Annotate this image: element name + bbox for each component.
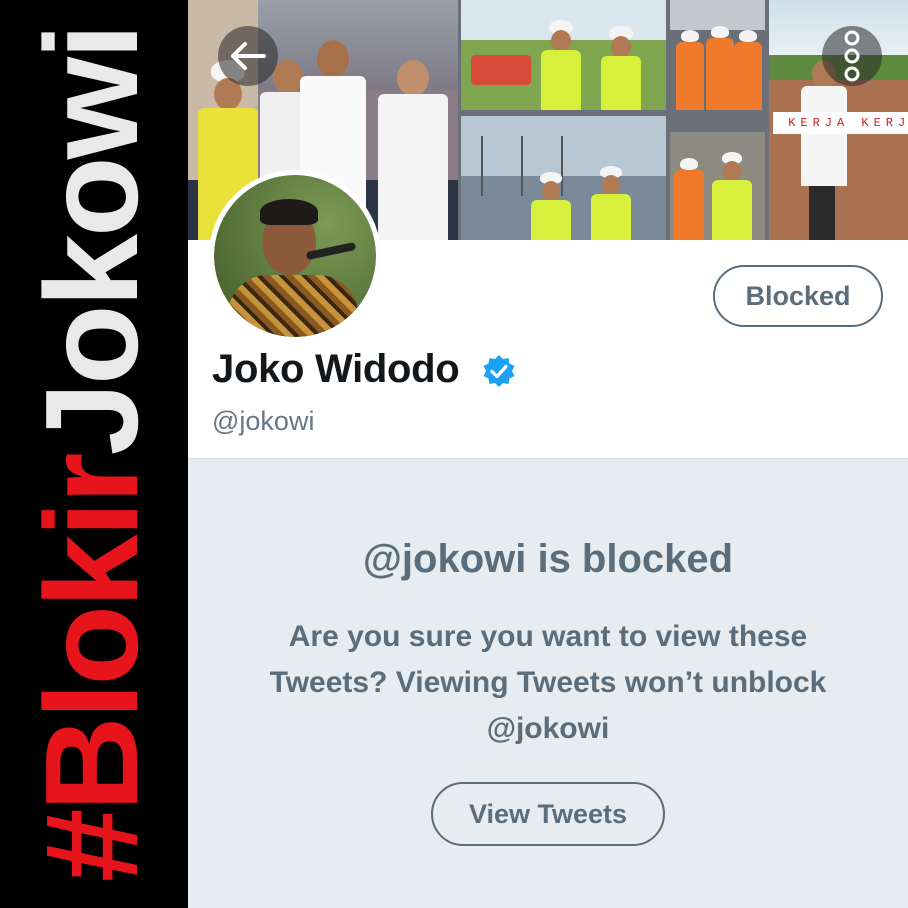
hashtag-word-blokir: Blokir: [18, 455, 165, 812]
hashtag-symbol: #: [18, 811, 165, 882]
blocked-notice: @jokowi is blocked Are you sure you want…: [188, 459, 908, 908]
blocked-notice-body: Are you sure you want to view these Twee…: [269, 620, 827, 745]
header-photo-workers: [670, 132, 765, 240]
header-photo-power-station: [461, 116, 666, 240]
arrow-left-icon: [231, 42, 266, 70]
hashtag-banner: #BlokirJokowi: [0, 0, 188, 908]
header-tagline: KERJA KERJA KERJA!: [773, 112, 908, 134]
avatar-photo: [214, 175, 376, 337]
display-name: Joko Widodo: [212, 347, 460, 391]
hashtag-word-jokowi: Jokowi: [18, 26, 165, 456]
header-photo-terminal: [670, 0, 765, 110]
more-vertical-icon: [844, 30, 860, 82]
verified-badge-icon: [483, 355, 515, 387]
user-handle: @jokowi: [212, 406, 315, 436]
header-photo-site: [461, 0, 666, 110]
more-options-button[interactable]: [822, 26, 882, 86]
blocked-button[interactable]: Blocked: [713, 265, 883, 327]
hashtag-text: #BlokirJokowi: [18, 26, 165, 882]
avatar[interactable]: [209, 170, 381, 342]
view-tweets-button[interactable]: View Tweets: [431, 782, 665, 846]
back-button[interactable]: [218, 26, 278, 86]
blocked-notice-title: @jokowi is blocked: [362, 537, 734, 581]
